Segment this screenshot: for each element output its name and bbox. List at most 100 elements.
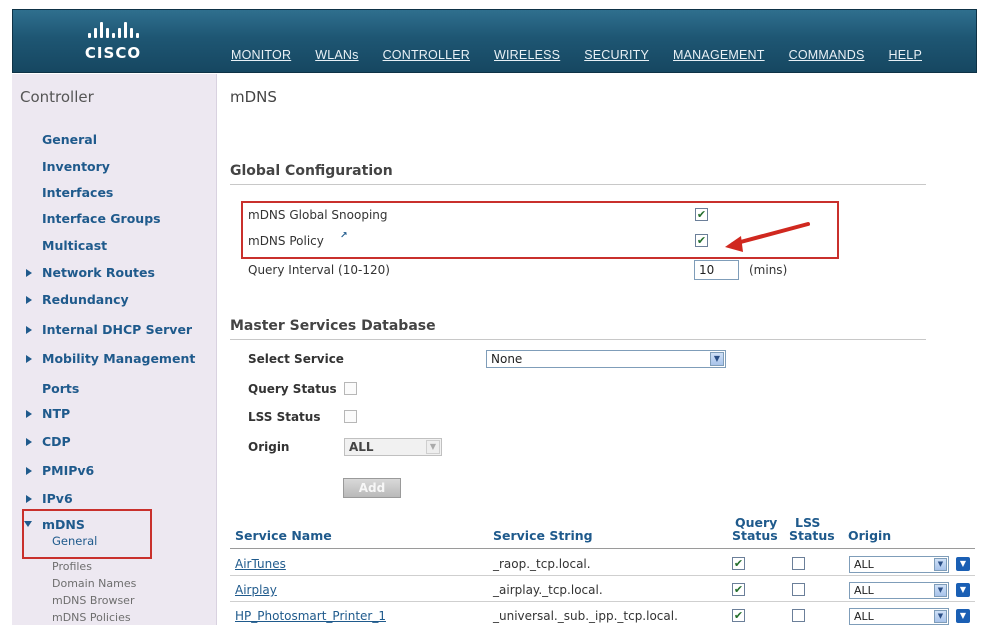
sidebar-item-network-routes[interactable]: Network Routes bbox=[42, 265, 155, 280]
col-origin: Origin bbox=[848, 528, 892, 543]
nav-help[interactable]: HELP bbox=[889, 48, 922, 62]
sidebar-item-ipv6[interactable]: IPv6 bbox=[42, 491, 73, 506]
service-string-cell: _universal._sub._ipp._tcp.local. bbox=[493, 609, 678, 623]
row-origin-value: ALL bbox=[854, 584, 874, 597]
mdns-policy-checkbox[interactable]: ✔ bbox=[695, 234, 708, 247]
expand-arrow-icon[interactable] bbox=[26, 355, 32, 363]
sidebar-item-interfaces[interactable]: Interfaces bbox=[42, 185, 113, 200]
cisco-logo-text: CISCO bbox=[84, 44, 142, 62]
nav-security[interactable]: SECURITY bbox=[584, 48, 649, 62]
cisco-logo: CISCO bbox=[73, 16, 153, 66]
row-action-icon[interactable]: ▼ bbox=[956, 583, 970, 597]
row-origin-value: ALL bbox=[854, 558, 874, 571]
mdns-policy-label: mDNS Policy bbox=[248, 234, 324, 248]
policy-help-icon[interactable]: ↗ bbox=[340, 231, 348, 241]
chevron-down-icon: ▼ bbox=[426, 440, 440, 454]
top-nav: MONITOR WLANs CONTROLLER WIRELESS SECURI… bbox=[231, 48, 922, 62]
sidebar-sub-profiles[interactable]: Profiles bbox=[52, 560, 92, 573]
sidebar-item-redundancy[interactable]: Redundancy bbox=[42, 292, 129, 307]
col-service-name: Service Name bbox=[235, 528, 332, 543]
expand-arrow-icon[interactable] bbox=[26, 269, 32, 277]
table-row-divider bbox=[230, 575, 975, 576]
row-lss-checkbox[interactable] bbox=[792, 609, 805, 622]
collapse-arrow-icon[interactable] bbox=[24, 521, 32, 527]
add-button[interactable]: Add bbox=[343, 478, 401, 498]
expand-arrow-icon[interactable] bbox=[26, 326, 32, 334]
row-origin-dropdown[interactable]: ALL ▼ bbox=[849, 608, 949, 625]
main-content: mDNS Global Configuration mDNS Global Sn… bbox=[230, 74, 987, 625]
origin-label: Origin bbox=[248, 440, 290, 454]
query-status-label: Query Status bbox=[248, 382, 337, 396]
chevron-down-icon: ▼ bbox=[934, 584, 947, 597]
sidebar-item-inventory[interactable]: Inventory bbox=[42, 159, 110, 174]
row-action-icon[interactable]: ▼ bbox=[956, 609, 970, 623]
sidebar-sub-mdns-policies[interactable]: mDNS Policies bbox=[52, 611, 131, 624]
global-snooping-label: mDNS Global Snooping bbox=[248, 208, 388, 222]
global-snooping-checkbox[interactable]: ✔ bbox=[695, 208, 708, 221]
row-query-checkbox[interactable]: ✔ bbox=[732, 557, 745, 570]
sidebar: Controller General Inventory Interfaces … bbox=[12, 74, 217, 625]
row-action-icon[interactable]: ▼ bbox=[956, 557, 970, 571]
sidebar-sub-domain-names[interactable]: Domain Names bbox=[52, 577, 136, 590]
col-service-string: Service String bbox=[493, 528, 593, 543]
top-header: CISCO MONITOR WLANs CONTROLLER WIRELESS … bbox=[12, 9, 977, 73]
sidebar-item-ports[interactable]: Ports bbox=[42, 381, 79, 396]
row-query-checkbox[interactable]: ✔ bbox=[732, 583, 745, 596]
sidebar-sub-mdns-browser[interactable]: mDNS Browser bbox=[52, 594, 134, 607]
page-title: mDNS bbox=[230, 88, 277, 106]
chevron-down-icon: ▼ bbox=[710, 352, 724, 366]
row-origin-dropdown[interactable]: ALL ▼ bbox=[849, 556, 949, 573]
service-name-link[interactable]: Airplay bbox=[235, 583, 277, 597]
row-query-checkbox[interactable]: ✔ bbox=[732, 609, 745, 622]
query-interval-input[interactable]: 10 bbox=[694, 260, 739, 280]
sidebar-item-internal-dhcp-server[interactable]: Internal DHCP Server bbox=[42, 322, 192, 337]
nav-commands[interactable]: COMMANDS bbox=[789, 48, 865, 62]
expand-arrow-icon[interactable] bbox=[26, 296, 32, 304]
select-service-label: Select Service bbox=[248, 352, 344, 366]
sidebar-item-ntp[interactable]: NTP bbox=[42, 406, 70, 421]
row-origin-value: ALL bbox=[854, 610, 874, 623]
select-service-dropdown[interactable]: None ▼ bbox=[486, 350, 726, 368]
expand-arrow-icon[interactable] bbox=[26, 410, 32, 418]
sidebar-item-mdns[interactable]: mDNS bbox=[42, 517, 85, 532]
service-string-cell: _airplay._tcp.local. bbox=[493, 583, 603, 597]
expand-arrow-icon[interactable] bbox=[26, 495, 32, 503]
chevron-down-icon: ▼ bbox=[934, 558, 947, 571]
nav-monitor[interactable]: MONITOR bbox=[231, 48, 291, 62]
nav-wireless[interactable]: WIRELESS bbox=[494, 48, 560, 62]
expand-arrow-icon[interactable] bbox=[26, 438, 32, 446]
sidebar-item-general[interactable]: General bbox=[42, 132, 97, 147]
lss-status-checkbox[interactable] bbox=[344, 410, 357, 423]
query-interval-label: Query Interval (10-120) bbox=[248, 263, 390, 277]
red-arrow-icon bbox=[725, 222, 810, 252]
row-lss-checkbox[interactable] bbox=[792, 557, 805, 570]
nav-wlans[interactable]: WLANs bbox=[315, 48, 358, 62]
chevron-down-icon: ▼ bbox=[934, 610, 947, 623]
sidebar-item-pmipv6[interactable]: PMIPv6 bbox=[42, 463, 94, 478]
msd-heading: Master Services Database bbox=[230, 318, 436, 334]
sidebar-item-interface-groups[interactable]: Interface Groups bbox=[42, 211, 161, 226]
sidebar-item-multicast[interactable]: Multicast bbox=[42, 238, 107, 253]
service-name-link[interactable]: HP_Photosmart_Printer_1 bbox=[235, 609, 386, 623]
col-query-status-line2: Status bbox=[732, 528, 778, 543]
section-divider bbox=[230, 184, 926, 185]
row-lss-checkbox[interactable] bbox=[792, 583, 805, 596]
sidebar-sub-general[interactable]: General bbox=[52, 534, 97, 548]
sidebar-item-cdp[interactable]: CDP bbox=[42, 434, 71, 449]
sidebar-title: Controller bbox=[20, 88, 94, 106]
origin-dropdown[interactable]: ALL ▼ bbox=[344, 438, 442, 456]
nav-controller[interactable]: CONTROLLER bbox=[383, 48, 470, 62]
expand-arrow-icon[interactable] bbox=[26, 467, 32, 475]
table-header-divider bbox=[230, 548, 975, 549]
row-origin-dropdown[interactable]: ALL ▼ bbox=[849, 582, 949, 599]
service-string-cell: _raop._tcp.local. bbox=[493, 557, 591, 571]
section-divider bbox=[230, 339, 926, 340]
col-lss-status-line2: Status bbox=[789, 528, 835, 543]
table-row-divider bbox=[230, 601, 975, 602]
service-name-link[interactable]: AirTunes bbox=[235, 557, 286, 571]
query-status-checkbox[interactable] bbox=[344, 382, 357, 395]
sidebar-item-mobility-management[interactable]: Mobility Management bbox=[42, 351, 195, 366]
query-interval-unit: (mins) bbox=[749, 263, 788, 277]
origin-value: ALL bbox=[349, 440, 374, 454]
nav-management[interactable]: MANAGEMENT bbox=[673, 48, 765, 62]
